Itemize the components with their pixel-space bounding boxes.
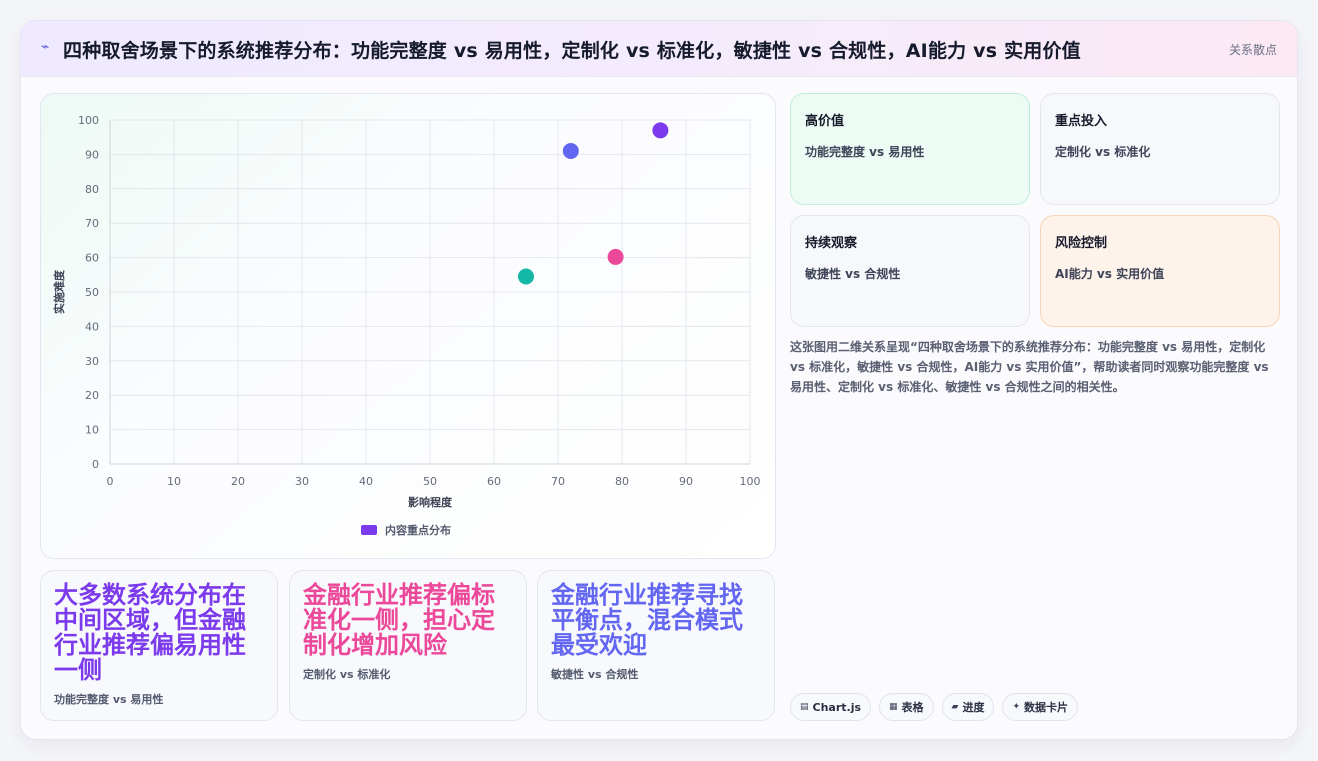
chart-description: 这张图用二维关系呈现“四种取舍场景下的系统推荐分布：功能完整度 vs 易用性，定… xyxy=(790,340,1269,394)
data-point xyxy=(518,268,534,285)
legend-label: 内容重点分布 xyxy=(385,524,451,537)
chip-chartjs[interactable]: ▤ Chart.js xyxy=(790,693,872,721)
dashboard-card: ⌁ 四种取舍场景下的系统推荐分布：功能完整度 vs 易用性，定制化 vs 标准化… xyxy=(20,20,1298,740)
insight-headline: 大多数系统分布在中间区域，但金融行业推荐偏易用性一侧 xyxy=(54,581,246,684)
chart-type-tag: 关系散点 xyxy=(1228,43,1277,57)
header: ⌁ 四种取舍场景下的系统推荐分布：功能完整度 vs 易用性，定制化 vs 标准化… xyxy=(21,21,1297,77)
x-tick-label: 40 xyxy=(359,475,373,488)
y-tick-label: 100 xyxy=(78,114,99,127)
x-tick-label: 10 xyxy=(167,475,181,488)
chip-data-card[interactable]: ✦ 数据卡片 xyxy=(1002,693,1079,721)
insight-card: 金融行业推荐寻找平衡点，混合模式最受欢迎 敏捷性 vs 合规性 xyxy=(537,570,775,721)
data-point xyxy=(652,122,669,139)
card-label: 高价值 xyxy=(805,114,845,129)
y-tick-label: 40 xyxy=(85,320,99,333)
category-card-watch: 持续观察 敏捷性 vs 合规性 xyxy=(790,215,1030,327)
x-tick-label: 80 xyxy=(615,475,629,488)
y-axis-title: 实施难度 xyxy=(52,269,66,314)
insight-sub: 功能完整度 vs 易用性 xyxy=(54,693,164,706)
x-tick-label: 0 xyxy=(107,475,114,488)
x-tick-label: 60 xyxy=(487,475,501,488)
card-value: 敏捷性 vs 合规性 xyxy=(805,267,901,281)
category-card-high-value: 高价值 功能完整度 vs 易用性 xyxy=(790,93,1030,205)
insight-headline: 金融行业推荐寻找平衡点，混合模式最受欢迎 xyxy=(551,581,743,659)
sparkle-icon: ✦ xyxy=(1012,702,1021,712)
data-point xyxy=(607,248,624,265)
chip-table[interactable]: ▦ 表格 xyxy=(879,693,934,721)
x-tick-label: 70 xyxy=(551,475,565,488)
insight-sub: 定制化 vs 标准化 xyxy=(303,668,391,681)
flash-icon: ⌁ xyxy=(41,39,50,55)
chip-label: Chart.js xyxy=(812,700,862,714)
y-tick-label: 30 xyxy=(85,355,99,368)
chart-icon: ▤ xyxy=(800,702,809,712)
x-tick-label: 50 xyxy=(423,475,437,488)
legend-swatch xyxy=(361,525,377,535)
progress-icon: ▰ xyxy=(951,702,959,712)
category-card-risk-control: 风险控制 AI能力 vs 实用价值 xyxy=(1040,215,1280,327)
chip-label: 进度 xyxy=(962,701,985,714)
y-tick-label: 10 xyxy=(85,424,99,437)
y-tick-label: 0 xyxy=(92,458,99,471)
insight-headline: 金融行业推荐偏标准化一侧，担心定制化增加风险 xyxy=(303,581,495,659)
table-icon: ▦ xyxy=(889,702,898,712)
x-tick-label: 30 xyxy=(295,475,309,488)
card-value: AI能力 vs 实用价值 xyxy=(1055,267,1165,281)
x-axis-title: 影响程度 xyxy=(408,495,453,509)
insight-sub: 敏捷性 vs 合规性 xyxy=(551,668,639,681)
chip-progress[interactable]: ▰ 进度 xyxy=(941,693,995,721)
card-value: 功能完整度 vs 易用性 xyxy=(805,145,925,159)
chip-label: 表格 xyxy=(901,701,924,714)
chart-legend[interactable]: 内容重点分布 xyxy=(361,522,451,538)
y-tick-label: 70 xyxy=(85,217,99,230)
insight-card: 大多数系统分布在中间区域，但金融行业推荐偏易用性一侧 功能完整度 vs 易用性 xyxy=(40,570,278,721)
tech-chips: ▤ Chart.js ▦ 表格 ▰ 进度 ✦ 数据卡片 xyxy=(790,693,1079,721)
x-tick-label: 90 xyxy=(679,475,693,488)
card-label: 风险控制 xyxy=(1055,236,1108,251)
x-tick-label: 100 xyxy=(740,475,761,488)
scatter-chart-panel: 0 10 20 30 40 50 60 70 80 90 100 0 10 20 30 40 50 60 70 80 9… xyxy=(40,93,776,559)
card-label: 持续观察 xyxy=(805,236,858,251)
y-tick-label: 80 xyxy=(85,183,99,196)
category-card-key-investment: 重点投入 定制化 vs 标准化 xyxy=(1040,93,1280,205)
card-value: 定制化 vs 标准化 xyxy=(1055,145,1151,159)
y-tick-label: 90 xyxy=(85,148,99,161)
y-tick-label: 20 xyxy=(85,389,99,402)
card-label: 重点投入 xyxy=(1055,114,1108,129)
y-tick-label: 50 xyxy=(85,286,99,299)
y-tick-label: 60 xyxy=(85,252,99,265)
chip-label: 数据卡片 xyxy=(1024,701,1069,714)
data-point xyxy=(562,142,579,159)
x-tick-label: 20 xyxy=(231,475,245,488)
page-title: 四种取舍场景下的系统推荐分布：功能完整度 vs 易用性，定制化 vs 标准化，敏… xyxy=(63,40,1081,62)
scatter-chart: 0 10 20 30 40 50 60 70 80 90 100 0 10 20 30 40 50 60 70 80 9… xyxy=(52,114,761,509)
insight-card: 金融行业推荐偏标准化一侧，担心定制化增加风险 定制化 vs 标准化 xyxy=(289,570,527,721)
